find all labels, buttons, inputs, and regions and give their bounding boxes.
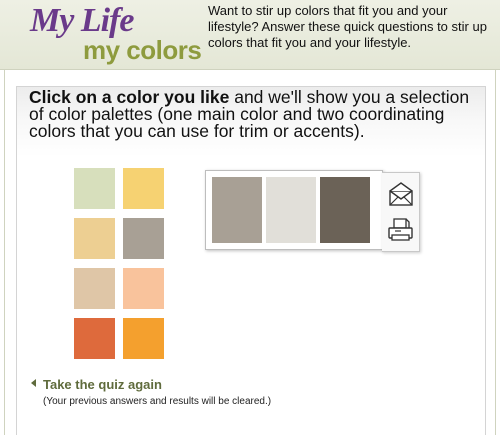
color-swatch-1[interactable] <box>74 168 115 209</box>
palette-accent-color-1 <box>266 177 316 243</box>
color-swatch-2[interactable] <box>123 168 164 209</box>
quiz-reset-note: (Your previous answers and results will … <box>43 396 272 407</box>
take-quiz-again-link[interactable]: Take the quiz again <box>43 377 162 392</box>
color-swatch-6[interactable] <box>123 268 164 309</box>
intro-text: Want to stir up colors that fit you and … <box>208 3 487 50</box>
my-life-my-colors-logo: My Life my colors <box>6 2 204 66</box>
color-swatch-5[interactable] <box>74 268 115 309</box>
logo-line-2: my colors <box>83 35 202 65</box>
back-arrow-icon[interactable] <box>31 379 36 387</box>
header-bar: My Life my colors Want to stir up colors… <box>0 0 500 70</box>
color-swatch-8[interactable] <box>123 318 164 359</box>
envelope-icon[interactable] <box>387 181 415 207</box>
palette-accent-color-2 <box>320 177 370 243</box>
color-swatch-4[interactable] <box>123 218 164 259</box>
palette-preview <box>205 170 383 250</box>
palette-actions <box>382 172 420 252</box>
printer-icon[interactable] <box>387 217 415 243</box>
palette-main-color <box>212 177 262 243</box>
color-swatch-7[interactable] <box>74 318 115 359</box>
color-swatch-3[interactable] <box>74 218 115 259</box>
instruction-headline: Click on a color you like and we'll show… <box>29 88 479 140</box>
